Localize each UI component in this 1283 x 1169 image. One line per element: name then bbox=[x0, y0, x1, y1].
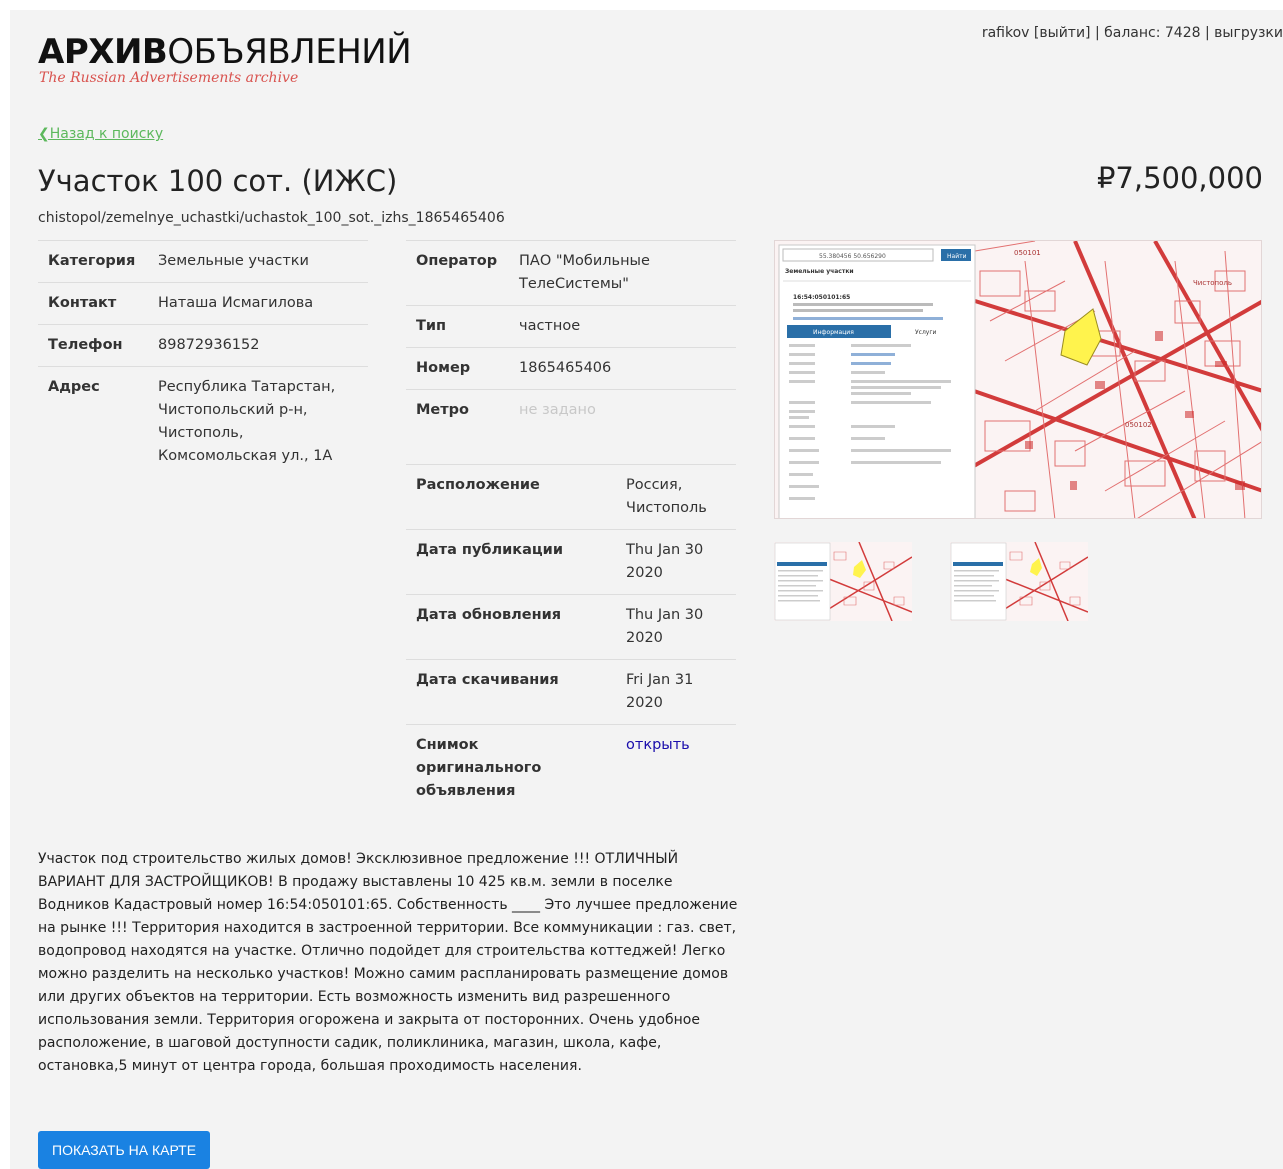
logout-link[interactable]: [выйти] bbox=[1034, 25, 1091, 41]
ad-description: Участок под строительство жилых домов! Э… bbox=[38, 851, 738, 1074]
map-label-city: Чистополь bbox=[1193, 279, 1232, 287]
details-table-middle: Оператор ПАО "Мобильные ТелеСистемы" Тип ч… bbox=[406, 240, 736, 431]
map-label-sector: 050101 bbox=[1014, 249, 1041, 257]
site-tagline: The Russian Advertisements archive bbox=[39, 70, 299, 86]
detail-row-published: Дата публикации Thu Jan 30 2020 bbox=[406, 529, 736, 595]
detail-row-updated: Дата обновления Thu Jan 30 2020 bbox=[406, 594, 736, 660]
detail-row-phone: Телефон 89872936152 bbox=[38, 324, 368, 367]
details-table-left: Категория Земельные участки Контакт Наташа… bbox=[38, 240, 368, 477]
photo-thumbnail-1[interactable] bbox=[774, 542, 912, 621]
ad-title: Участок 100 сот. (ИЖС) bbox=[38, 164, 398, 198]
svg-text:55.380456 50.656290: 55.380456 50.656290 bbox=[819, 253, 886, 260]
svg-text:16:54:050101:65: 16:54:050101:65 bbox=[793, 294, 850, 301]
back-to-search-link[interactable]: ❮Назад к поиску bbox=[38, 126, 163, 142]
show-on-map-button[interactable]: ПОКАЗАТЬ НА КАРТЕ bbox=[38, 1131, 211, 1169]
map-label-sector-2: 050102 bbox=[1125, 421, 1152, 429]
detail-row-snapshot: Снимок оригинального объявления открыть bbox=[406, 724, 736, 812]
balance: баланс: 7428 bbox=[1104, 25, 1201, 41]
svg-text:Земельные участки: Земельные участки bbox=[785, 268, 854, 275]
thumbnail-map-image bbox=[774, 542, 912, 621]
detail-row-type: Тип частное bbox=[406, 305, 736, 348]
svg-text:Найти: Найти bbox=[947, 253, 967, 260]
detail-row-category: Категория Земельные участки bbox=[38, 240, 368, 283]
main-photo[interactable]: 050101 Чистополь 050102 55.380456 50.656… bbox=[774, 240, 1262, 519]
detail-row-downloaded: Дата скачивания Fri Jan 31 2020 bbox=[406, 659, 736, 725]
detail-row-location: Расположение Россия, Чистополь bbox=[406, 464, 736, 530]
detail-row-operator: Оператор ПАО "Мобильные ТелеСистемы" bbox=[406, 240, 736, 306]
open-snapshot-link[interactable]: открыть bbox=[626, 737, 690, 753]
detail-row-number: Номер 1865465406 bbox=[406, 347, 736, 390]
svg-text:Услуги: Услуги bbox=[915, 329, 936, 336]
exports-link[interactable]: выгрузки bbox=[1214, 25, 1283, 41]
site-logo[interactable]: АРХИВОБЪЯВЛЕНИЙ bbox=[38, 32, 412, 72]
page-content: АРХИВОБЪЯВЛЕНИЙ The Russian Advertisemen… bbox=[10, 10, 1283, 1169]
cadastral-map-image: 050101 Чистополь 050102 55.380456 50.656… bbox=[775, 241, 1261, 518]
svg-text:Информация: Информация bbox=[813, 329, 854, 336]
detail-row-address: Адрес Республика Татарстан, Чистопольский… bbox=[38, 366, 368, 477]
detail-row-contact: Контакт Наташа Исмагилова bbox=[38, 282, 368, 325]
username: rafikov bbox=[981, 25, 1030, 41]
map-info-panel: 55.380456 50.656290 Найти Земельные учас… bbox=[778, 244, 976, 518]
detail-row-metro: Метро не задано bbox=[406, 389, 736, 431]
ad-price: ₽7,500,000 bbox=[1096, 161, 1263, 195]
thumbnail-map-image bbox=[950, 542, 1088, 621]
ad-slug: chistopol/zemelnye_uchastki/uchastok_100… bbox=[38, 210, 505, 226]
details-table-lower: Расположение Россия, Чистополь Дата публи… bbox=[406, 464, 736, 812]
photo-thumbnail-2[interactable] bbox=[950, 542, 1088, 621]
user-bar: rafikov [выйти] | баланс: 7428 | выгрузк… bbox=[981, 25, 1283, 41]
